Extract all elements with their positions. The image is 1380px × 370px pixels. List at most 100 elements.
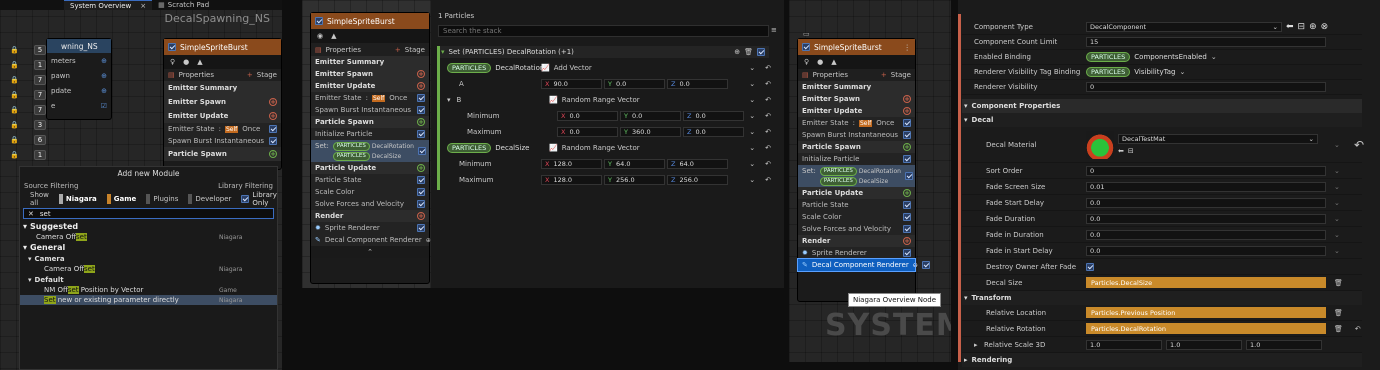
- function-name[interactable]: Add Vector: [554, 64, 592, 72]
- filter-niagara[interactable]: Niagara: [58, 194, 97, 204]
- details-section-header[interactable]: ▾ Component Properties: [962, 99, 1362, 113]
- stack-search-input[interactable]: Search the stack: [438, 25, 769, 37]
- vector-z-field[interactable]: Z 0.0: [683, 126, 744, 137]
- stage-header[interactable]: Render +: [311, 210, 429, 222]
- stage-header[interactable]: Particle Spawn +: [798, 141, 915, 153]
- lock-badge[interactable]: 🔒 3: [10, 119, 46, 131]
- add-icon[interactable]: ⊕: [101, 87, 107, 95]
- details-row[interactable]: Destroy Owner After Fade: [962, 259, 1362, 275]
- module-checkbox[interactable]: [903, 131, 911, 139]
- module-checkbox[interactable]: [269, 137, 277, 145]
- details-row[interactable]: ▸ Relative Scale 3D 1.0 1.0 1.0: [962, 337, 1362, 353]
- chevron-down-icon[interactable]: ⌄: [749, 80, 755, 88]
- particle-spawn[interactable]: Particle Spawn: [168, 150, 227, 158]
- partial-node-row[interactable]: pawn ⊕: [47, 68, 111, 83]
- module-checkbox[interactable]: [903, 249, 911, 257]
- set-module-row[interactable]: Set: PARTICLES DecalRotation PARTICLES Decal…: [311, 140, 429, 162]
- add-icon[interactable]: ⊕: [101, 57, 107, 65]
- vector-z-field[interactable]: Z 0.0: [667, 78, 728, 89]
- stage-header[interactable]: Particle Spawn +: [311, 116, 429, 128]
- module-checkbox[interactable]: [903, 201, 911, 209]
- figure-icon[interactable]: ♀: [170, 58, 175, 66]
- add-icon[interactable]: +: [903, 95, 911, 103]
- partial-node-row[interactable]: meters ⊕: [47, 53, 111, 68]
- add-icon[interactable]: ⊕: [734, 48, 740, 56]
- binding-value[interactable]: VisibilityTag: [1134, 68, 1175, 76]
- material-thumbnail[interactable]: [1086, 130, 1114, 159]
- reset-icon[interactable]: ↶: [765, 80, 771, 88]
- module-subgroup-header[interactable]: ▾ Default: [20, 274, 277, 285]
- chevron-down-icon[interactable]: ⌄: [749, 176, 755, 184]
- chevron-down-icon[interactable]: ⌄: [1334, 167, 1340, 175]
- module-checkbox[interactable]: [417, 188, 425, 196]
- module-group-header[interactable]: ▾ General: [20, 242, 277, 253]
- details-panel[interactable]: Component Type DecalComponent ⌄ ⬅ ⊟ ⊕ ⊗ Compone…: [958, 0, 1380, 370]
- chevron-right-icon[interactable]: ▸: [974, 341, 978, 349]
- vector-y-field[interactable]: Y 256.0: [604, 174, 665, 185]
- chevron-down-icon[interactable]: ⌄: [1334, 183, 1340, 191]
- stack-param-row[interactable]: ▾ B 📈 Random Range Vector ⌄ ↶: [441, 92, 771, 108]
- value-input[interactable]: 1.0: [1246, 339, 1322, 350]
- add-icon[interactable]: +: [417, 82, 425, 90]
- hat-icon[interactable]: ▲: [831, 58, 836, 66]
- chevron-down-icon[interactable]: ⌄: [749, 160, 755, 168]
- module-list-item[interactable]: Camera Offset Niagara: [20, 232, 277, 242]
- tab-scratch-pad[interactable]: ▦ Scratch Pad: [158, 1, 209, 9]
- emitter-spawn[interactable]: Emitter Spawn: [168, 98, 226, 106]
- details-row[interactable]: Relative Location Particles.Previous Posi…: [962, 305, 1362, 321]
- module-checkbox[interactable]: [417, 224, 425, 232]
- module-row[interactable]: ✎ Decal Component Renderer ⊕: [797, 258, 930, 272]
- add-icon[interactable]: +: [903, 107, 911, 115]
- chevron-down-icon[interactable]: ⌄: [1334, 199, 1340, 207]
- module-checkbox[interactable]: [903, 119, 911, 127]
- module-row[interactable]: Initialize Particle: [311, 128, 429, 140]
- chevron-down-icon[interactable]: ⌄: [1334, 247, 1340, 255]
- back-arrow-icon[interactable]: ⬅: [1286, 22, 1294, 32]
- module-row[interactable]: Particle State: [311, 174, 429, 186]
- sphere-icon[interactable]: ◉: [317, 32, 323, 40]
- lock-badge[interactable]: 🔒 5: [10, 44, 46, 56]
- close-icon[interactable]: ⊗: [1321, 22, 1329, 32]
- vector-z-field[interactable]: Z 0.0: [683, 110, 744, 121]
- chevron-down-icon[interactable]: ▾: [441, 48, 445, 56]
- filter-game[interactable]: Game: [106, 194, 136, 204]
- browse-icon[interactable]: ⊟: [1298, 22, 1306, 32]
- lock-badge[interactable]: 🔒 1: [10, 59, 46, 71]
- filter-show-all[interactable]: Show all: [30, 191, 49, 207]
- add-icon[interactable]: +: [269, 98, 277, 106]
- module-row[interactable]: ✹ Sprite Renderer: [798, 247, 915, 259]
- value-input[interactable]: DecalTestMat ⌄: [1118, 134, 1318, 144]
- function-name[interactable]: Random Range Vector: [562, 96, 640, 104]
- emitter-state[interactable]: Emitter State: [168, 125, 215, 133]
- chevron-down-icon[interactable]: ▾: [447, 96, 451, 104]
- details-section-header[interactable]: ▾ Transform: [962, 291, 1362, 305]
- module-row[interactable]: Solve Forces and Velocity: [798, 223, 915, 235]
- module-checkbox[interactable]: [903, 155, 911, 163]
- module-row[interactable]: Spawn Burst Instantaneous: [798, 129, 915, 141]
- module-checkbox[interactable]: [903, 225, 911, 233]
- reset-icon[interactable]: ↶: [765, 160, 771, 168]
- chevron-down-icon[interactable]: ⌄: [749, 112, 755, 120]
- add-icon[interactable]: +: [903, 189, 911, 197]
- left-graph-panel[interactable]: System Overview × ▦ Scratch Pad DecalSpa…: [0, 0, 282, 370]
- partial-node-row[interactable]: e ☑: [47, 98, 111, 113]
- module-list-item[interactable]: Camera Offset Niagara: [20, 264, 277, 274]
- stack-param-row[interactable]: Minimum X 0.0 Y 0.0 Z 0.0 ⌄ ↶: [441, 108, 771, 124]
- reset-icon[interactable]: ↶: [765, 64, 771, 72]
- reset-icon[interactable]: ↶: [765, 176, 771, 184]
- module-checkbox[interactable]: [417, 176, 425, 184]
- emitter-enabled-checkbox[interactable]: [802, 43, 810, 51]
- partial-node-row[interactable]: pdate ⊕: [47, 83, 111, 98]
- add-icon[interactable]: ⊕: [913, 262, 918, 269]
- add-icon[interactable]: +: [417, 118, 425, 126]
- close-icon[interactable]: ×: [140, 2, 146, 10]
- hat-icon[interactable]: ▲: [197, 58, 202, 66]
- chevron-down-icon[interactable]: ⌄: [1334, 231, 1340, 239]
- details-row[interactable]: Fade Duration 0.0 ⌄: [962, 211, 1362, 227]
- add-icon[interactable]: +: [903, 237, 911, 245]
- stage-header[interactable]: Emitter Summary: [311, 56, 429, 68]
- module-row[interactable]: Scale Color: [311, 186, 429, 198]
- add-module-popup[interactable]: Add new Module Source Filtering Library …: [19, 166, 278, 370]
- add-icon[interactable]: +: [903, 143, 911, 151]
- module-checkbox[interactable]: [417, 106, 425, 114]
